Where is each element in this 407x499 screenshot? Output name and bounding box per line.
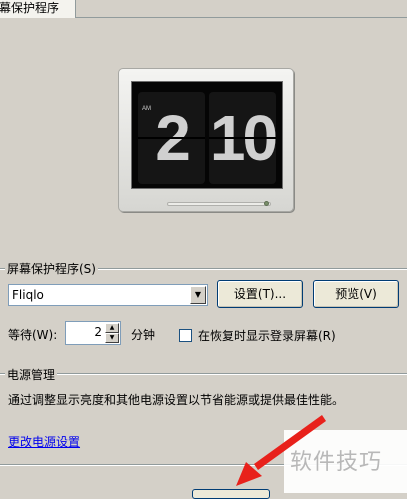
annotation-arrow-icon	[236, 415, 326, 486]
